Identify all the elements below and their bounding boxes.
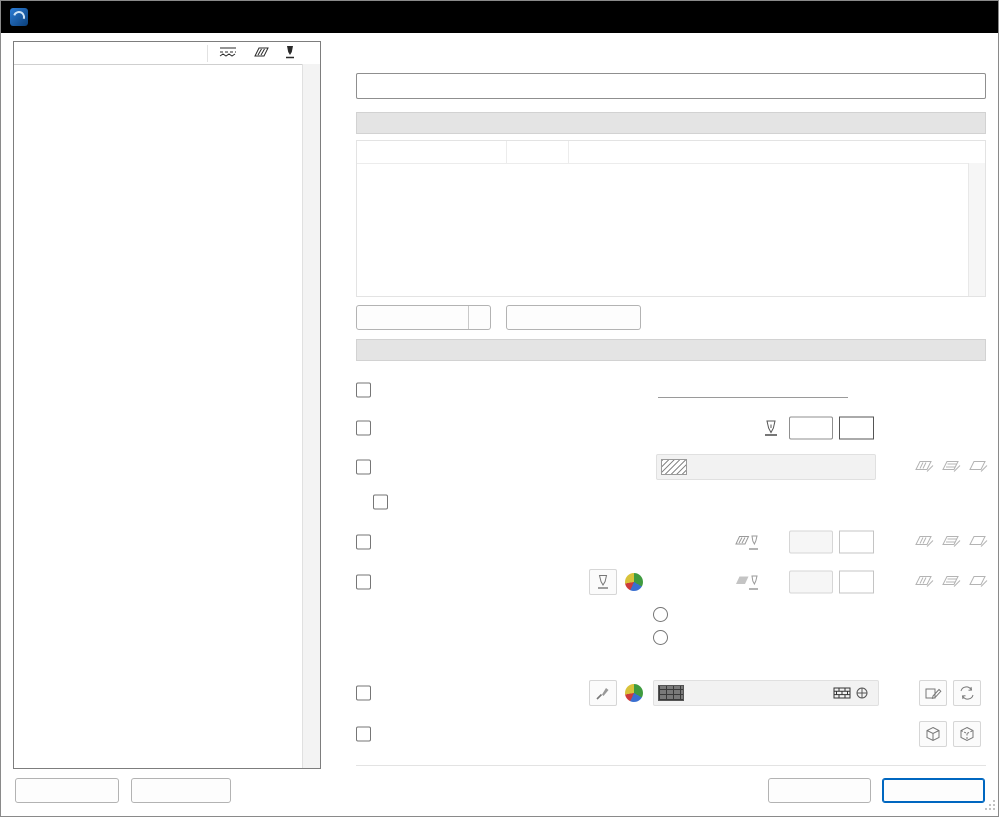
graphic-override-rules-dialog — [0, 0, 999, 817]
cut-fills-icon[interactable] — [913, 458, 935, 477]
background-pen-icon — [734, 573, 760, 591]
cut-fills-icon[interactable] — [913, 573, 935, 592]
surface-checkbox[interactable] — [356, 685, 371, 701]
cover-fills-icon[interactable] — [940, 533, 962, 552]
line-pen-checkbox[interactable] — [356, 420, 371, 436]
fill-type-checkbox[interactable] — [356, 459, 371, 475]
footer-divider — [356, 765, 986, 766]
line-types-column-icon — [218, 45, 238, 62]
hide-skin-row — [356, 492, 986, 512]
rules-list-header — [14, 42, 320, 65]
fill-background-row — [356, 568, 989, 596]
surface-row — [356, 679, 986, 707]
pen-color-line — [859, 575, 861, 590]
hide-contours-checkbox[interactable] — [356, 726, 371, 742]
line-pen-row — [356, 414, 986, 442]
hide-contours-row — [356, 720, 986, 748]
surface-dropdown[interactable] — [653, 680, 879, 706]
drafting-fills-icon[interactable] — [967, 573, 989, 592]
pen-color-line — [859, 535, 861, 550]
pen-nib-icon — [761, 419, 781, 437]
line-type-preview — [658, 397, 848, 398]
line-type-dropdown[interactable] — [656, 377, 874, 403]
add-criteria-button[interactable] — [356, 305, 491, 330]
color-picker-icon[interactable] — [625, 573, 643, 591]
background-pen-color-swatch[interactable] — [839, 570, 874, 594]
paint-brush-button[interactable] — [589, 680, 617, 706]
add-criteria-dropdown[interactable] — [468, 306, 490, 329]
cut-surfaces-icon[interactable] — [919, 680, 947, 706]
model-contours-pen-icon[interactable] — [953, 721, 981, 747]
help-button[interactable] — [902, 1, 946, 33]
criteria-table-scrollbar[interactable] — [968, 163, 985, 296]
background-pen-number-input[interactable] — [789, 570, 833, 594]
model-contours-icon[interactable] — [919, 721, 947, 747]
delete-rule-button[interactable] — [131, 778, 231, 803]
pens-colors-row — [356, 603, 986, 653]
surface-preview-chip — [658, 685, 684, 701]
foreground-pen-color-swatch[interactable] — [839, 530, 874, 554]
resize-grip[interactable] — [984, 799, 996, 814]
line-type-checkbox[interactable] — [356, 382, 371, 398]
rule-name-input[interactable] — [356, 73, 986, 99]
override-color-thickness-radio[interactable] — [653, 630, 668, 645]
texture-icon — [855, 687, 869, 699]
fill-type-row — [356, 453, 989, 481]
color-picker-icon[interactable] — [625, 684, 643, 702]
criteria-column-header[interactable] — [357, 141, 507, 163]
fill-pattern-chip — [661, 459, 687, 475]
pen-number-input[interactable] — [789, 416, 833, 440]
rules-list — [14, 64, 303, 768]
cover-fills-icon[interactable] — [940, 458, 962, 477]
remove-criteria-button[interactable] — [506, 305, 641, 330]
close-button[interactable] — [952, 1, 996, 33]
criteria-section-header[interactable] — [356, 112, 986, 134]
pen-color-bar — [844, 421, 853, 436]
fill-foreground-checkbox[interactable] — [356, 534, 371, 550]
rules-list-scrollbar[interactable] — [302, 64, 320, 768]
app-icon — [10, 8, 28, 26]
pens-column-icon — [284, 45, 296, 62]
new-rule-button[interactable] — [15, 778, 119, 803]
titlebar — [1, 1, 998, 33]
ok-button[interactable] — [882, 778, 985, 803]
foreground-pen-number-input[interactable] — [789, 530, 833, 554]
fill-background-checkbox[interactable] — [356, 574, 371, 590]
foreground-pen-icon — [734, 533, 760, 551]
pen-color-bar — [844, 535, 853, 550]
fill-type-dropdown[interactable] — [656, 454, 876, 480]
hide-skin-checkbox[interactable] — [373, 494, 388, 510]
rules-list-panel — [13, 41, 321, 769]
pen-color-swatch[interactable] — [839, 416, 874, 440]
pen-set-button[interactable] — [589, 569, 617, 595]
cancel-button[interactable] — [768, 778, 871, 803]
cover-fills-icon[interactable] — [940, 573, 962, 592]
line-type-row — [356, 376, 986, 404]
drafting-fills-icon[interactable] — [967, 458, 989, 477]
cut-fills-icon[interactable] — [913, 533, 935, 552]
fill-foreground-row — [356, 528, 989, 556]
criteria-table-header — [357, 141, 969, 164]
drafting-fills-icon[interactable] — [967, 533, 989, 552]
brick-pattern-icon — [833, 687, 851, 699]
override-color-only-radio[interactable] — [653, 607, 668, 622]
uncut-surfaces-icon[interactable] — [953, 680, 981, 706]
pen-color-line — [859, 421, 861, 436]
fills-column-icon — [251, 45, 271, 62]
criteria-table — [356, 140, 986, 297]
override-style-section-header[interactable] — [356, 339, 986, 361]
pen-color-bar — [844, 575, 853, 590]
